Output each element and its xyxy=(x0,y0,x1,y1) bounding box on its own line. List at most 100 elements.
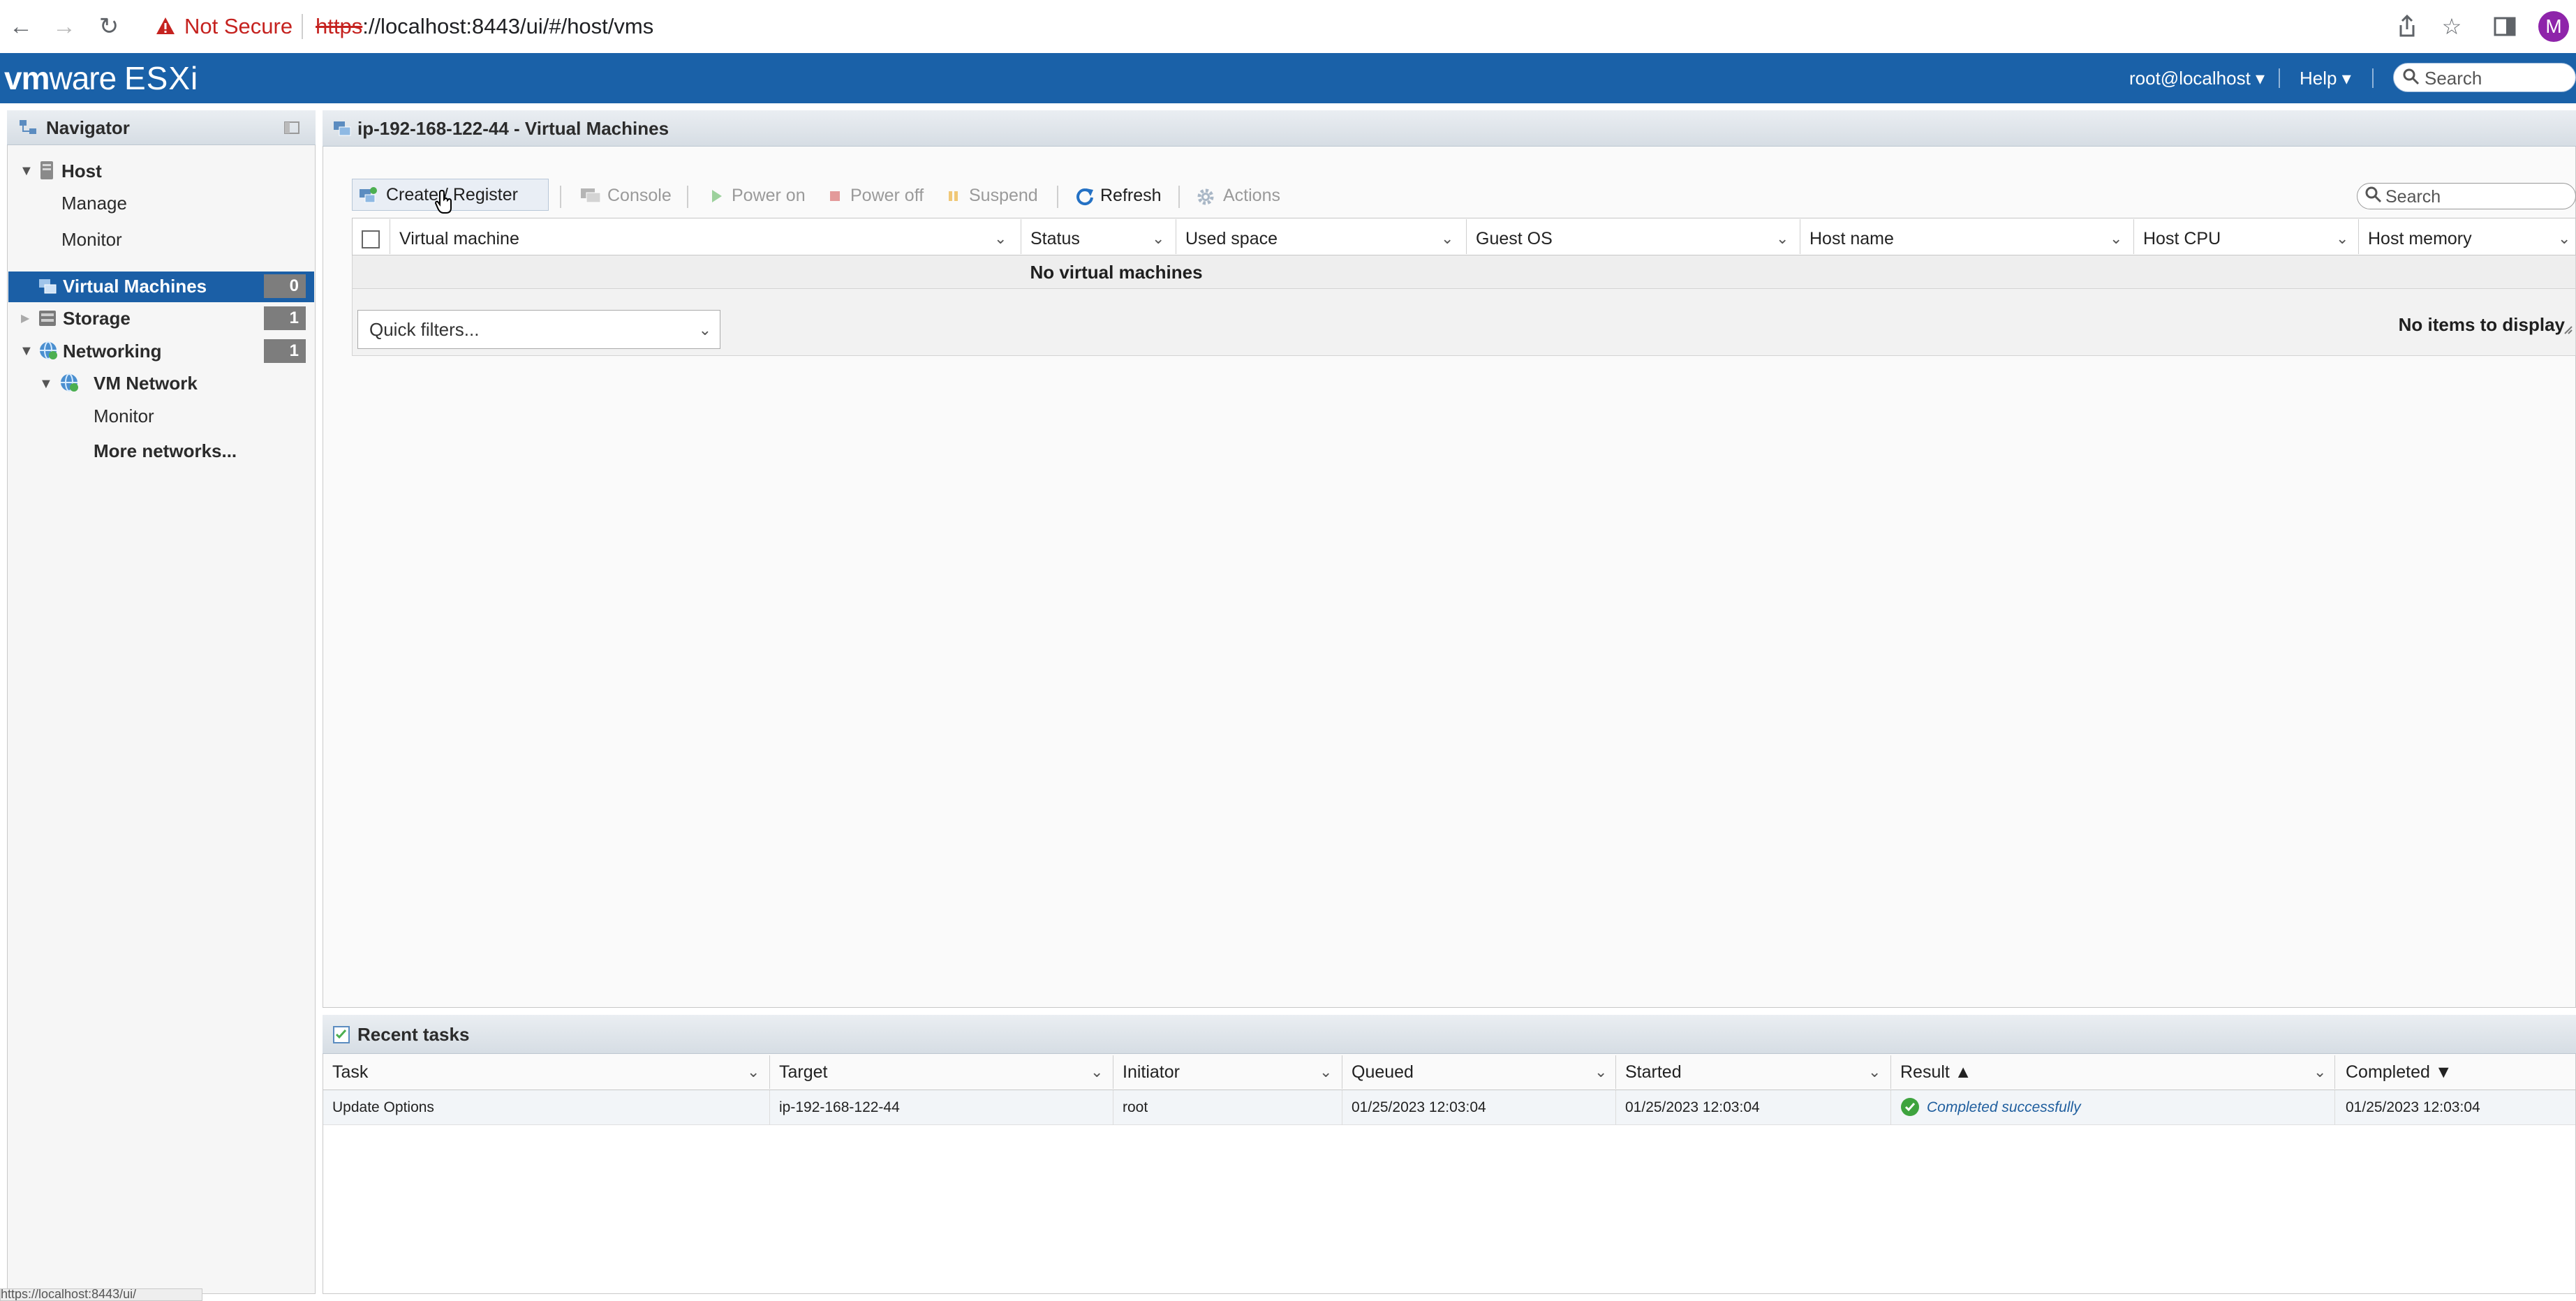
chevron-down-icon: ⌄ xyxy=(698,321,711,339)
back-arrow-icon[interactable]: ← xyxy=(4,10,38,43)
help-menu[interactable]: Help ▾ xyxy=(2300,66,2351,91)
nav-item-vm-network[interactable]: VM Network xyxy=(94,371,198,395)
global-search-input[interactable]: Search xyxy=(2393,63,2576,92)
navigator-icon xyxy=(18,119,39,137)
not-secure-label[interactable]: Not Secure xyxy=(184,13,293,40)
column-header-guest-os[interactable]: Guest OS xyxy=(1476,228,1553,250)
tasks-column-completed[interactable]: Completed ▼ xyxy=(2346,1061,2452,1083)
forward-arrow-icon[interactable]: → xyxy=(47,10,81,43)
host-icon xyxy=(39,160,54,181)
column-divider xyxy=(769,1090,770,1125)
address-bar[interactable]: https://localhost:8443/ui/#/host/vms xyxy=(316,13,653,40)
column-header-virtual-machine[interactable]: Virtual machine xyxy=(399,228,519,250)
brand-ware: ware xyxy=(49,60,117,96)
chevron-down-icon[interactable]: ⌄ xyxy=(994,228,1007,250)
nav-item-virtual-machines-label: Virtual Machines xyxy=(63,276,207,297)
chevron-down-icon[interactable]: ⌄ xyxy=(2558,228,2570,250)
tasks-column-result[interactable]: Result ▲ xyxy=(1900,1061,1972,1083)
expand-networking-icon[interactable]: ▼ xyxy=(20,339,34,363)
nav-item-host[interactable]: Host xyxy=(61,159,102,183)
column-header-host-memory[interactable]: Host memory xyxy=(2368,228,2472,250)
url-path: ://localhost:8443/ui/#/host/vms xyxy=(362,14,654,38)
chevron-down-icon[interactable]: ⌄ xyxy=(1594,1061,1607,1083)
vm-search-input[interactable]: Search xyxy=(2357,183,2576,209)
column-divider xyxy=(2334,1090,2335,1125)
refresh-button[interactable]: Refresh xyxy=(1074,180,1162,211)
task-result-cell[interactable]: Completed successfully xyxy=(1927,1097,2081,1118)
collapse-panel-icon[interactable] xyxy=(283,120,300,135)
column-header-host-name[interactable]: Host name xyxy=(1809,228,1894,250)
expand-vm-network-icon[interactable]: ▼ xyxy=(39,372,53,396)
task-completed-cell: 01/25/2023 12:03:04 xyxy=(2346,1099,2480,1115)
nav-item-storage[interactable]: Storage xyxy=(63,306,131,330)
warning-icon[interactable] xyxy=(155,15,176,36)
power-off-button[interactable]: Power off xyxy=(827,180,924,211)
nav-item-manage[interactable]: Manage xyxy=(61,191,127,215)
url-protocol: https xyxy=(316,14,363,38)
chevron-down-icon[interactable]: ⌄ xyxy=(747,1061,760,1083)
chevron-down-icon[interactable]: ⌄ xyxy=(1441,228,1453,250)
tasks-column-target[interactable]: Target xyxy=(779,1061,827,1083)
console-button[interactable]: Console xyxy=(579,180,672,211)
url-divider xyxy=(302,14,303,39)
column-divider xyxy=(769,1055,770,1089)
chevron-down-icon[interactable]: ⌄ xyxy=(2314,1061,2326,1083)
profile-avatar[interactable]: M xyxy=(2538,11,2569,42)
column-header-host-cpu[interactable]: Host CPU xyxy=(2143,228,2221,250)
suspend-button[interactable]: Suspend xyxy=(945,180,1038,211)
power-on-button[interactable]: Power on xyxy=(708,180,806,211)
task-target-cell: ip-192-168-122-44 xyxy=(779,1099,900,1115)
search-icon xyxy=(2402,68,2420,86)
recent-tasks-title: Recent tasks xyxy=(357,1024,470,1045)
tasks-column-initiator[interactable]: Initiator xyxy=(1123,1061,1180,1083)
nav-item-networking[interactable]: Networking xyxy=(63,339,162,363)
search-icon xyxy=(2364,186,2383,204)
chevron-down-icon[interactable]: ⌄ xyxy=(1152,228,1164,250)
tasks-column-task[interactable]: Task xyxy=(332,1061,368,1083)
nav-item-network-monitor[interactable]: Monitor xyxy=(94,404,154,428)
chevron-down-icon[interactable]: ⌄ xyxy=(1319,1061,1332,1083)
chevron-down-icon[interactable]: ⌄ xyxy=(1090,1061,1103,1083)
vmware-esxi-logo: vmware ESXi xyxy=(4,61,198,95)
chevron-down-icon[interactable]: ⌄ xyxy=(1868,1061,1881,1083)
items-count-status: No items to display xyxy=(2398,314,2565,335)
console-icon xyxy=(579,186,602,205)
column-header-used-space[interactable]: Used space xyxy=(1185,228,1278,250)
main-panel-header: ip-192-168-122-44 - Virtual Machines xyxy=(323,110,2576,147)
column-divider xyxy=(1890,1055,1891,1089)
expand-storage-icon[interactable]: ▶ xyxy=(21,307,29,331)
browser-status-url: https://localhost:8443/ui/ xyxy=(0,1288,202,1301)
side-panel-icon[interactable] xyxy=(2491,13,2519,40)
task-queued-cell: 01/25/2023 12:03:04 xyxy=(1352,1099,1486,1115)
tasks-icon xyxy=(332,1025,350,1044)
quick-filters-select[interactable]: Quick filters... ⌄ xyxy=(357,310,720,349)
create-vm-icon xyxy=(358,186,378,205)
chevron-down-icon[interactable]: ⌄ xyxy=(2110,228,2122,250)
resize-handle-icon[interactable] xyxy=(2563,325,2573,335)
user-menu[interactable]: root@localhost ▾ xyxy=(2129,66,2265,91)
chevron-down-icon[interactable]: ⌄ xyxy=(2336,228,2348,250)
brand-vm: vm xyxy=(4,60,50,96)
actions-button[interactable]: Actions xyxy=(1195,180,1280,211)
column-divider xyxy=(2358,219,2359,254)
header-divider xyxy=(2279,68,2280,88)
expand-host-icon[interactable]: ▼ xyxy=(20,159,34,183)
tasks-column-queued[interactable]: Queued xyxy=(1352,1061,1414,1083)
share-icon[interactable] xyxy=(2393,13,2421,40)
nav-item-more-networks[interactable]: More networks... xyxy=(94,439,237,463)
virtual-machines-icon xyxy=(38,276,59,296)
vm-search-placeholder: Search xyxy=(2385,187,2441,207)
bookmark-star-icon[interactable]: ☆ xyxy=(2438,13,2466,40)
select-all-checkbox[interactable] xyxy=(362,230,380,248)
tasks-column-started[interactable]: Started xyxy=(1625,1061,1682,1083)
recent-tasks-header: Recent tasks xyxy=(323,1015,2576,1054)
column-header-status[interactable]: Status xyxy=(1030,228,1080,250)
task-name-cell: Update Options xyxy=(332,1099,434,1115)
reload-icon[interactable]: ↻ xyxy=(92,10,126,43)
task-initiator-cell: root xyxy=(1123,1099,1148,1115)
networking-icon xyxy=(38,340,59,361)
nav-item-host-monitor[interactable]: Monitor xyxy=(61,228,122,251)
chevron-down-icon[interactable]: ⌄ xyxy=(1776,228,1789,250)
column-divider xyxy=(1466,219,1467,254)
networking-count-badge: 1 xyxy=(264,339,306,363)
